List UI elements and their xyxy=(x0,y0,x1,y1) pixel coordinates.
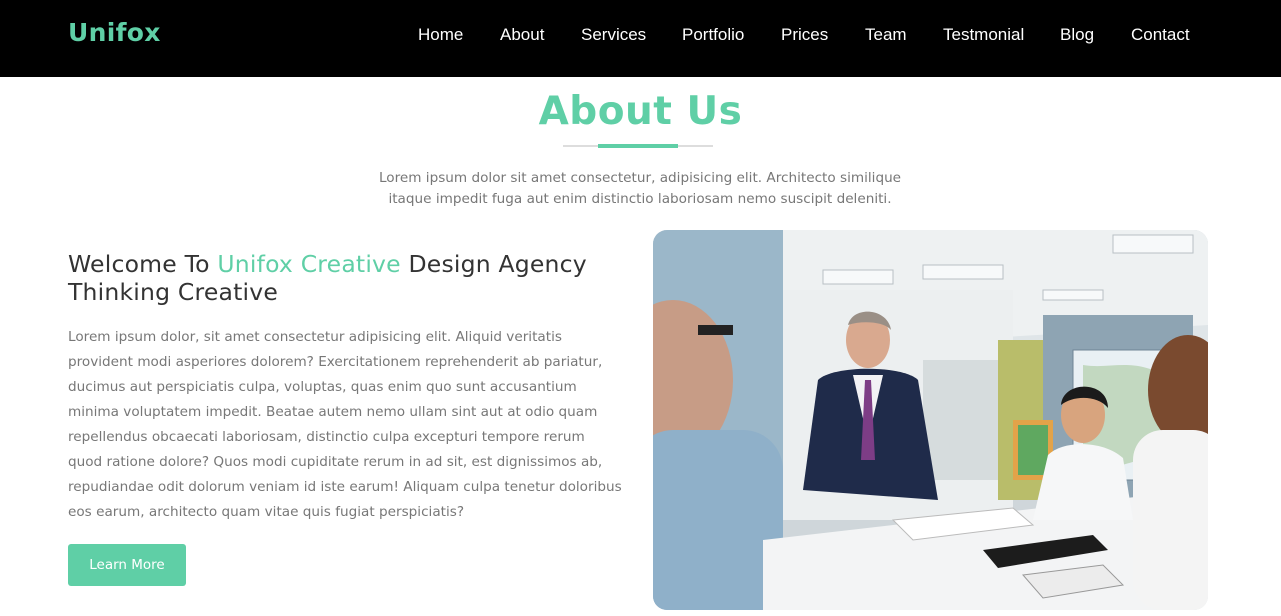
learn-more-button[interactable]: Learn More xyxy=(68,544,186,586)
welcome-heading: Welcome To Unifox Creative Design Agency… xyxy=(68,250,628,306)
nav-contact[interactable]: Contact xyxy=(1131,25,1190,45)
body-line: minima voluptatem impedit. Beatae autem … xyxy=(68,404,598,420)
nav-testimonial[interactable]: Testmonial xyxy=(943,25,1024,45)
body-line: repellendus obcaecati laboriosam, distin… xyxy=(68,429,585,445)
body-line: quod ratione dolore? Quos modi cupiditat… xyxy=(68,454,603,470)
nav-services[interactable]: Services xyxy=(581,25,646,45)
subtitle-line: itaque impedit fuga aut enim distinctio … xyxy=(388,191,892,207)
title-divider-accent xyxy=(598,144,678,148)
nav-team[interactable]: Team xyxy=(865,25,907,45)
nav-prices[interactable]: Prices xyxy=(781,25,828,45)
nav-about[interactable]: About xyxy=(500,25,544,45)
heading-line2: Thinking Creative xyxy=(68,278,279,306)
subtitle-line: Lorem ipsum dolor sit amet consectetur, … xyxy=(378,170,902,186)
nav-portfolio[interactable]: Portfolio xyxy=(682,25,744,45)
body-line: repudiandae odit dolorum veniam id iste … xyxy=(68,479,622,495)
heading-text: Design Agency xyxy=(400,250,587,278)
nav-home[interactable]: Home xyxy=(418,25,463,45)
nav-blog[interactable]: Blog xyxy=(1060,25,1094,45)
office-meeting-illustration xyxy=(653,230,1208,610)
navbar: Unifox Home About Services Portfolio Pri… xyxy=(0,0,1281,77)
section-title: About Us xyxy=(538,89,743,134)
heading-accent: Unifox Creative xyxy=(217,250,401,278)
body-line: eos earum, architecto quam vitae quis fu… xyxy=(68,504,465,520)
section-subtitle: Lorem ipsum dolor sit amet consectetur, … xyxy=(360,168,920,210)
office-meeting-photo xyxy=(653,230,1208,610)
heading-text: Welcome To xyxy=(68,250,218,278)
body-line: ducimus aut perspiciatis culpa, voluptas… xyxy=(68,379,577,395)
body-line: provident modi asperiores dolorem? Exerc… xyxy=(68,354,603,370)
body-line: Lorem ipsum dolor, sit amet consectetur … xyxy=(68,329,562,345)
nav-links: Home About Services Portfolio Prices Tea… xyxy=(0,25,1281,47)
about-body-text: Lorem ipsum dolor, sit amet consectetur … xyxy=(68,325,628,525)
